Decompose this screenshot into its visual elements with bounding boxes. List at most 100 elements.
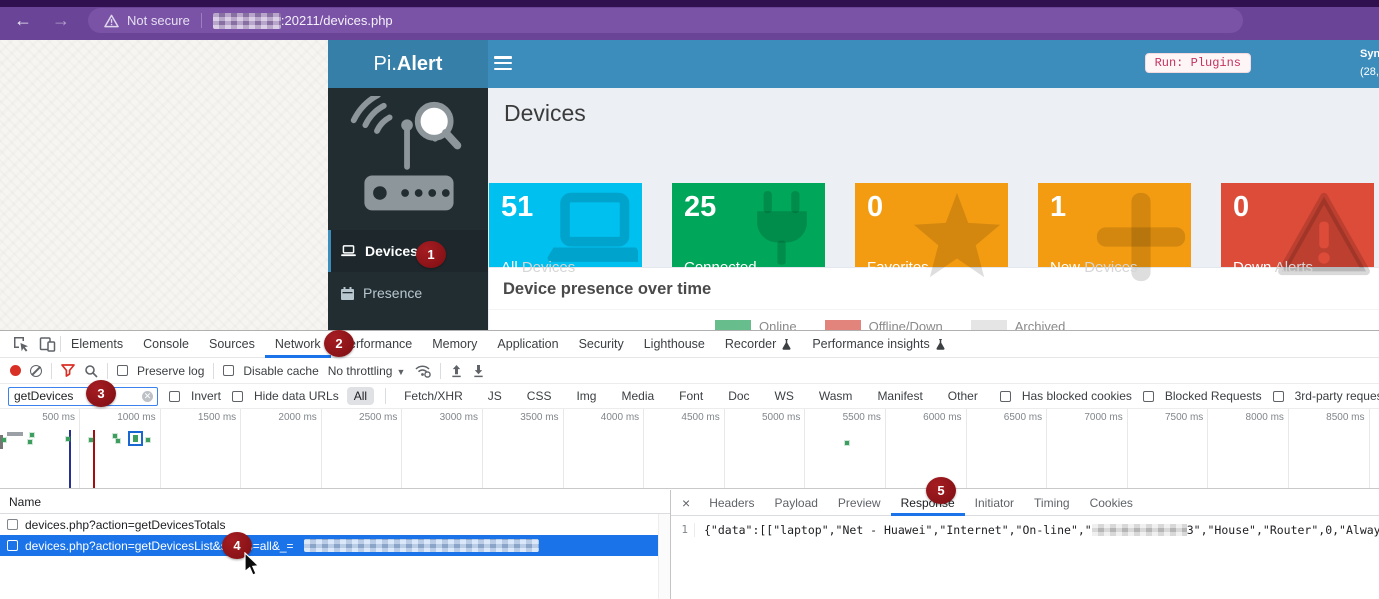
laptop-icon [341,245,356,257]
tab-sources[interactable]: Sources [199,331,265,358]
device-toolbar-icon[interactable] [34,334,60,354]
sidebar-item-label: Devices [365,243,418,259]
filter-type-ws[interactable]: WS [768,387,801,405]
tab-performance-insights[interactable]: Performance insights [802,331,955,358]
hide-data-urls-checkbox[interactable] [232,391,243,402]
throttling-select[interactable]: No throttling▼ [328,364,406,378]
legend-item[interactable]: Offline/Down [825,319,943,330]
name-column-header[interactable]: Name [0,490,670,514]
filter-type-other[interactable]: Other [941,387,985,405]
card-all-devices[interactable]: 51 All Devices [489,183,642,288]
tab-memory[interactable]: Memory [422,331,487,358]
invert-checkbox[interactable] [169,391,180,402]
legend-swatch [715,320,751,330]
details-tab-timing[interactable]: Timing [1024,490,1080,516]
sidebar-item-devices[interactable]: Devices [328,230,488,272]
address-bar[interactable]: Not secure :20211/devices.php [88,8,1243,33]
network-overview-timeline[interactable]: 500 ms1000 ms1500 ms2000 ms2500 ms3000 m… [0,409,1379,489]
card-down-alerts[interactable]: 0 Down Alerts [1221,183,1374,288]
scrollbar[interactable] [658,514,670,599]
legend-label: Archived [1015,319,1066,330]
network-toolbar: Preserve log Disable cache No throttling… [0,358,1379,384]
details-tab-payload[interactable]: Payload [765,490,828,516]
preserve-log-label[interactable]: Preserve log [137,364,204,378]
tab-security[interactable]: Security [569,331,634,358]
has-blocked-cookies-label[interactable]: Has blocked cookies [1022,389,1132,403]
legend-item[interactable]: Online [715,319,797,330]
request-dot [28,440,32,444]
filter-type-fetch-xhr[interactable]: Fetch/XHR [397,387,470,405]
address-divider [201,13,202,28]
card-value: 0 [867,191,996,224]
third-party-requests-label[interactable]: 3rd-party requests [1295,389,1379,403]
sidebar-toggle-icon[interactable] [494,56,512,70]
back-button[interactable]: ← [14,9,32,31]
export-har-icon[interactable] [472,364,485,378]
request-dot [113,434,117,438]
request-row-devices-list[interactable]: devices.php?action=getDevicesList&status… [0,535,670,556]
details-tab-cookies[interactable]: Cookies [1080,490,1143,516]
network-bottom-panes: Name devices.php?action=getDevicesTotals… [0,490,1379,599]
tab-application[interactable]: Application [487,331,568,358]
filter-type-manifest[interactable]: Manifest [870,387,929,405]
filter-type-all[interactable]: All [347,387,374,405]
sidebar-item-presence[interactable]: Presence [328,272,488,314]
details-tab-headers[interactable]: Headers [699,490,764,516]
app-logo[interactable]: Pi.Alert [328,40,488,88]
redacted-host-blur [213,13,281,29]
card-favorites[interactable]: 0 Favorites [855,183,1008,288]
hide-data-urls-label[interactable]: Hide data URLs [254,389,339,403]
clear-icon[interactable] [30,365,42,377]
tab-network[interactable]: Network [265,331,331,358]
run-plugins-button[interactable]: Run: Plugins [1145,53,1251,73]
card-connected[interactable]: 25 Connected [672,183,825,288]
filter-type-js[interactable]: JS [481,387,509,405]
request-row-totals[interactable]: devices.php?action=getDevicesTotals [0,514,670,535]
redacted-response-blur [1092,524,1187,536]
filter-type-wasm[interactable]: Wasm [812,387,860,405]
network-conditions-icon[interactable] [414,363,431,378]
selected-request-marker [128,431,143,446]
filter-type-css[interactable]: CSS [520,387,559,405]
blocked-requests-checkbox[interactable] [1143,391,1154,402]
annotation-5: 5 [926,477,956,504]
filter-icon[interactable] [61,364,75,377]
tab-lighthouse[interactable]: Lighthouse [634,331,715,358]
brand-prefix: Pi. [374,53,397,76]
legend-item[interactable]: Archived [971,319,1066,330]
tab-elements[interactable]: Elements [61,331,133,358]
annotation-2: 2 [324,330,354,357]
preserve-log-checkbox[interactable] [117,365,128,376]
inspect-element-icon[interactable] [8,334,34,354]
request-checkbox[interactable] [7,519,18,530]
filter-type-doc[interactable]: Doc [721,387,756,405]
invert-label[interactable]: Invert [191,389,221,403]
filter-type-font[interactable]: Font [672,387,710,405]
record-icon[interactable] [10,365,21,376]
close-icon[interactable]: × [673,495,699,511]
legend-label: Offline/Down [869,319,943,330]
details-tab-initiator[interactable]: Initiator [965,490,1024,516]
third-party-requests-checkbox[interactable] [1273,391,1284,402]
has-blocked-cookies-checkbox[interactable] [1000,391,1011,402]
request-checkbox[interactable] [7,540,18,551]
clear-filter-icon[interactable]: ✕ [142,391,153,402]
filter-type-media[interactable]: Media [614,387,661,405]
details-tab-preview[interactable]: Preview [828,490,891,516]
card-new-devices[interactable]: 1 New Devices [1038,183,1191,288]
timeline-request-bar [7,432,23,436]
tab-console[interactable]: Console [133,331,199,358]
card-label: Down Alerts [1233,259,1313,276]
disable-cache-checkbox[interactable] [223,365,234,376]
annotation-1: 1 [416,241,446,268]
import-har-icon[interactable] [450,364,463,378]
forward-button[interactable]: → [52,9,70,31]
disable-cache-label[interactable]: Disable cache [243,364,318,378]
tab-recorder[interactable]: Recorder [715,331,802,358]
filter-input[interactable] [8,387,158,406]
filter-type-img[interactable]: Img [569,387,603,405]
response-content[interactable]: {"data":[["laptop","Net - Huawei","Inter… [704,523,1379,537]
calendar-icon [341,287,354,300]
search-icon[interactable] [84,364,98,378]
blocked-requests-label[interactable]: Blocked Requests [1165,389,1262,403]
